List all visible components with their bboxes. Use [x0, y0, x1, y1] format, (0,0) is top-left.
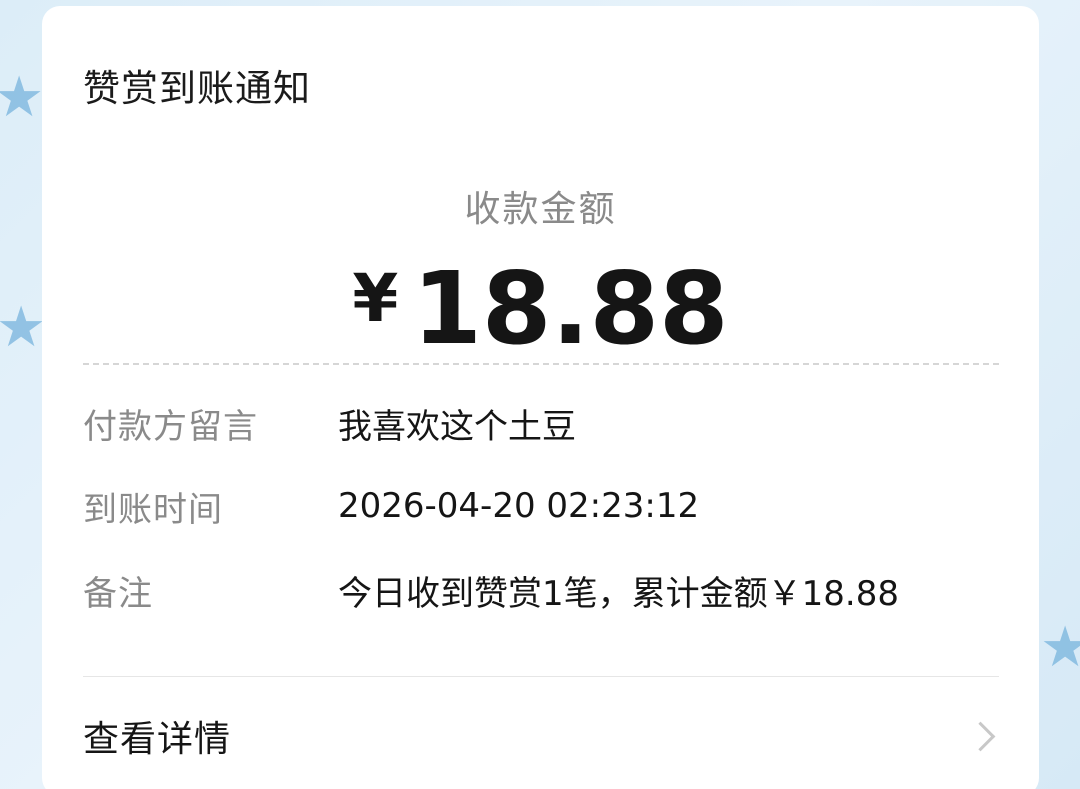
dashed-divider: [83, 363, 999, 365]
amount-display: ¥18.88: [42, 254, 1039, 364]
view-details-label: 查看详情: [83, 719, 232, 760]
chevron-right-icon: [965, 721, 996, 751]
notification-card: 赞赏到账通知 收款金额 ¥18.88 付款方留言 我喜欢这个土豆 到账时间 20…: [42, 6, 1039, 789]
amount-label: 收款金额: [464, 189, 617, 230]
view-details-button[interactable]: 查看详情: [83, 706, 999, 766]
detail-row-remark: 备注 今日收到赞赏1笔，累计金额￥18.88: [83, 565, 999, 615]
detail-label: 备注: [83, 573, 153, 614]
detail-value: 今日收到赞赏1笔，累计金额￥18.88: [338, 573, 899, 614]
detail-label: 到账时间: [83, 489, 223, 530]
currency-symbol: ¥: [352, 260, 399, 337]
background-star-icon: ★: [0, 295, 47, 360]
background-star-icon: ★: [1040, 615, 1080, 680]
amount-value: 18.88: [412, 250, 729, 367]
detail-value: 2026-04-20 02:23:12: [338, 486, 700, 526]
detail-label: 付款方留言: [83, 406, 258, 447]
detail-value: 我喜欢这个土豆: [338, 406, 576, 447]
detail-row-time: 到账时间 2026-04-20 02:23:12: [83, 481, 999, 531]
divider: [83, 676, 999, 677]
background-star-icon: ★: [0, 65, 45, 130]
notification-title: 赞赏到账通知: [83, 67, 311, 110]
detail-row-message: 付款方留言 我喜欢这个土豆: [83, 398, 999, 448]
